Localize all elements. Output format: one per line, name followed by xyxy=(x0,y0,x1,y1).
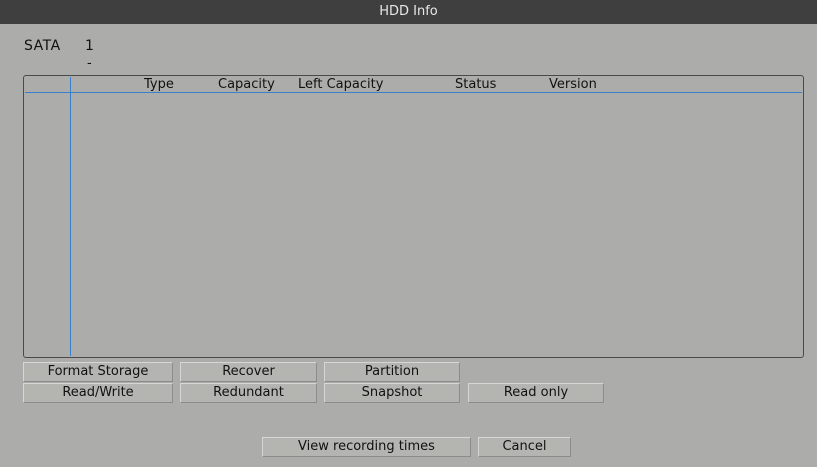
column-header-version: Version xyxy=(549,77,597,92)
sata-number: 1 xyxy=(85,38,94,54)
hdd-table[interactable]: Type Capacity Left Capacity Status Versi… xyxy=(23,75,804,358)
column-header-type: Type xyxy=(144,77,174,92)
table-column-divider xyxy=(70,77,71,356)
hdd-info-window: HDD Info SATA 1 - Type Capacity Left Cap… xyxy=(0,0,817,467)
cancel-button[interactable]: Cancel xyxy=(478,437,571,457)
redundant-button[interactable]: Redundant xyxy=(180,383,317,403)
table-header-divider xyxy=(25,92,802,93)
recover-button[interactable]: Recover xyxy=(180,362,317,382)
snapshot-button[interactable]: Snapshot xyxy=(324,383,460,403)
read-write-button[interactable]: Read/Write xyxy=(23,383,173,403)
window-title: HDD Info xyxy=(0,0,817,24)
view-recording-times-button[interactable]: View recording times xyxy=(262,437,471,457)
column-header-capacity: Capacity xyxy=(218,77,275,92)
column-header-status: Status xyxy=(455,77,497,92)
column-header-left-capacity: Left Capacity xyxy=(298,77,384,92)
read-only-button[interactable]: Read only xyxy=(468,383,604,403)
format-storage-button[interactable]: Format Storage xyxy=(23,362,173,382)
sata-label: SATA xyxy=(24,38,61,54)
sata-sub-label: - xyxy=(87,56,92,71)
partition-button[interactable]: Partition xyxy=(324,362,460,382)
